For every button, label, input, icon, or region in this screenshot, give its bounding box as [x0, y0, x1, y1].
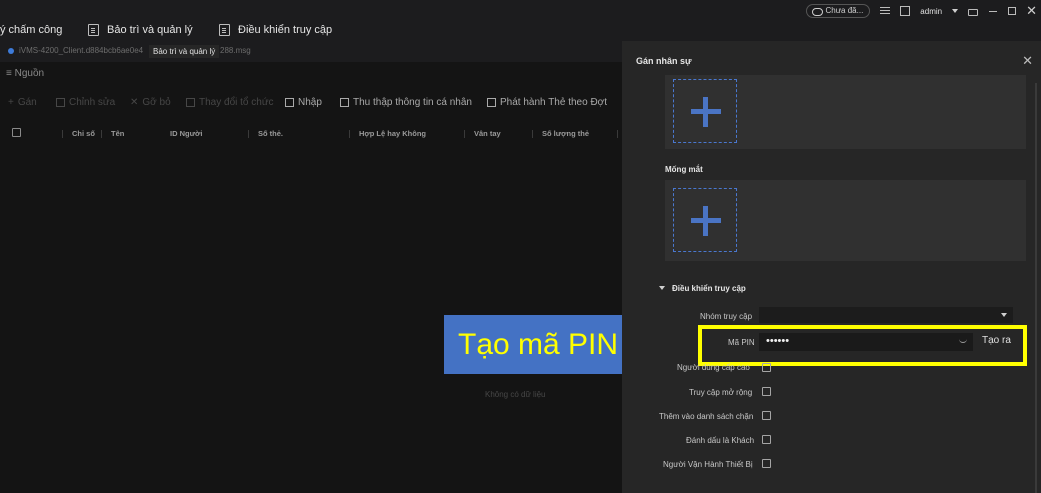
table-header: Chỉ số Tên ID Người Số thẻ. Hợp Lệ hay K… [0, 123, 622, 143]
user-menu[interactable]: admin [920, 7, 942, 16]
close-window-icon[interactable]: ✕ [1026, 4, 1037, 17]
column-separator [464, 130, 465, 138]
extended-access-checkbox[interactable] [762, 387, 771, 396]
close-icon: ✕ [130, 97, 139, 108]
nav-attendance[interactable]: ý chấm công [0, 24, 62, 36]
blocklist-label: Thêm vào danh sách chặn [659, 412, 754, 421]
access-control-icon [219, 24, 230, 36]
column-valid[interactable]: Hợp Lệ hay Không [359, 129, 426, 138]
info-dot-icon [8, 47, 14, 54]
batch-issue-button[interactable]: Phát hành Thẻ theo Đợt [487, 97, 607, 108]
change-org-button[interactable]: Thay đổi tổ chức [186, 97, 274, 108]
column-separator [62, 130, 63, 138]
super-user-label: Người dùng cấp cao [677, 363, 750, 372]
nav-maintenance[interactable]: Bảo trì và quản lý [88, 24, 193, 36]
import-icon [285, 98, 294, 107]
column-separator [349, 130, 350, 138]
chevron-down-icon [1001, 313, 1007, 317]
source-row: ≡ Nguồn [6, 68, 44, 79]
delete-button[interactable]: ✕ Gỡ bỏ [130, 97, 171, 108]
client-file-name-end: 288.msg [220, 46, 251, 55]
edit-icon [56, 98, 65, 107]
maintenance-icon [88, 24, 99, 36]
panel-scrollbar[interactable] [1035, 83, 1037, 493]
visitor-checkbox[interactable] [762, 435, 771, 444]
add-iris-tile[interactable] [673, 188, 737, 252]
access-control-section[interactable]: Điều khiển truy cập [672, 284, 746, 293]
panel-title: Gán nhân sự [636, 56, 692, 66]
client-file-name: iVMS-4200_Client.d884bcb6ae0e4 [19, 46, 144, 55]
collect-label: Thu thập thông tin cá nhân [353, 97, 472, 108]
image-icon[interactable] [900, 6, 911, 16]
assign-person-panel: Gán nhân sự ✕ Mống mắt Điều khiển truy c… [622, 41, 1041, 493]
visitor-label: Đánh dấu là Khách [686, 436, 755, 445]
delete-button-label: Gỡ bỏ [142, 97, 171, 108]
nav-maintenance-label: Bảo trì và quản lý [107, 24, 193, 36]
column-fingerprint[interactable]: Vân tay [474, 129, 501, 138]
lock-icon[interactable] [968, 9, 979, 16]
column-separator [532, 130, 533, 138]
column-name[interactable]: Tên [111, 129, 124, 138]
device-operator-checkbox[interactable] [762, 459, 771, 468]
empty-state: Không có dữ liệu [485, 390, 546, 399]
plus-icon [703, 206, 708, 236]
blocklist-checkbox[interactable] [762, 411, 771, 420]
change-org-label: Thay đổi tổ chức [199, 97, 274, 108]
iris-label: Mống mắt [665, 165, 703, 174]
chevron-down-icon[interactable] [952, 9, 959, 13]
edit-button-label: Chỉnh sửa [69, 97, 116, 108]
nav-attendance-label: ý chấm công [0, 24, 63, 36]
import-label: Nhập [298, 97, 322, 108]
column-card-no[interactable]: Số thẻ. [258, 129, 283, 138]
column-card-count[interactable]: Số lượng thẻ [542, 129, 589, 138]
access-group-label: Nhóm truy cập [700, 312, 753, 321]
add-button[interactable]: + Gán [8, 97, 37, 108]
batch-issue-label: Phát hành Thẻ theo Đợt [500, 97, 608, 108]
column-separator [248, 130, 249, 138]
collect-info-button[interactable]: Thu thập thông tin cá nhân [340, 97, 472, 108]
close-icon[interactable]: ✕ [1022, 54, 1033, 67]
org-icon [186, 98, 195, 107]
super-user-checkbox[interactable] [762, 363, 771, 372]
cloud-status-button[interactable]: Chưa đă... [806, 4, 871, 18]
select-all-checkbox[interactable] [12, 128, 21, 137]
maximize-icon[interactable] [1008, 7, 1017, 15]
plus-icon: + [8, 97, 14, 108]
collect-icon [340, 98, 349, 107]
device-operator-label: Người Vận Hành Thiết Bị [663, 460, 753, 469]
status-area: Chưa đă... admin ✕ [806, 4, 1037, 18]
add-face-tile[interactable] [673, 79, 737, 143]
access-group-select[interactable] [759, 307, 1013, 323]
upload-area-top [665, 75, 1026, 149]
column-separator [617, 130, 618, 138]
nav-access-control-label: Điều khiển truy cập [238, 24, 333, 36]
column-person-id[interactable]: ID Người [170, 129, 202, 138]
import-button[interactable]: Nhập [285, 97, 322, 108]
edit-button[interactable]: Chỉnh sửa [56, 97, 115, 108]
source-icon: ≡ [6, 68, 15, 79]
minimize-icon[interactable] [988, 6, 998, 16]
pin-highlight-box [698, 325, 1027, 366]
plus-icon [703, 97, 708, 127]
column-separator [101, 130, 102, 138]
collapse-caret-icon[interactable] [659, 286, 665, 290]
list-icon[interactable] [880, 6, 891, 16]
extended-access-label: Truy cập mở rộng [689, 388, 753, 397]
add-button-label: Gán [17, 97, 37, 108]
card-icon [487, 98, 496, 107]
source-label: Nguồn [14, 68, 45, 79]
tooltip: Bảo trì và quản lý [149, 45, 220, 58]
nav-access-control[interactable]: Điều khiển truy cập [219, 24, 332, 36]
column-index[interactable]: Chỉ số [72, 129, 95, 138]
upload-area-iris [665, 180, 1026, 261]
client-file-line: iVMS-4200_Client.d884bcb6ae0e4 288.msg [8, 46, 251, 55]
